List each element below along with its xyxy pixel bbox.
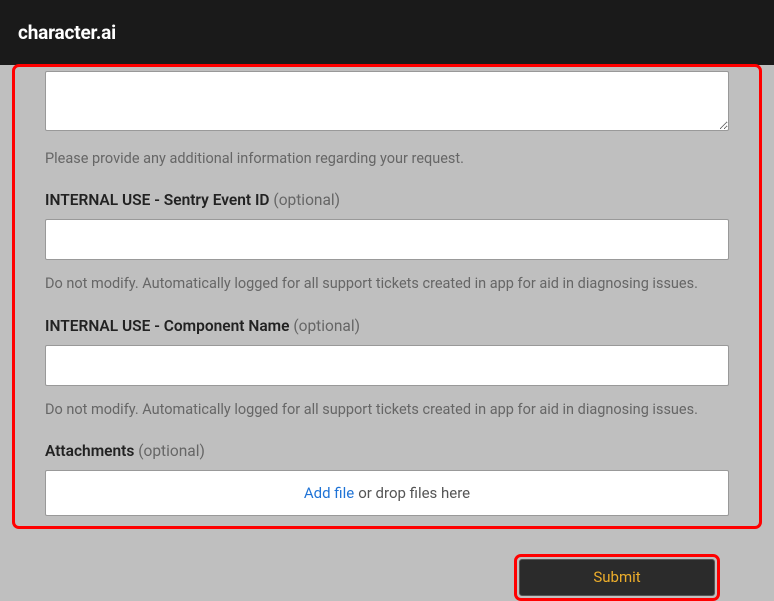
sentry-optional-tag: (optional) [273, 191, 340, 209]
component-optional-tag: (optional) [293, 317, 360, 335]
sentry-label-text: INTERNAL USE - Sentry Event ID [45, 191, 270, 209]
sentry-field-group: INTERNAL USE - Sentry Event ID (optional… [45, 191, 729, 294]
sentry-label: INTERNAL USE - Sentry Event ID (optional… [45, 191, 729, 209]
submit-button[interactable]: Submit [519, 559, 715, 596]
app-header: character.ai [0, 0, 774, 65]
component-field-group: INTERNAL USE - Component Name (optional)… [45, 317, 729, 420]
description-field-group: Please provide any additional informatio… [45, 71, 729, 169]
add-file-link[interactable]: Add file [304, 484, 354, 502]
logo: character.ai [18, 21, 116, 44]
drop-files-text: or drop files here [358, 484, 470, 502]
submit-highlight-box: Submit [514, 554, 720, 601]
sentry-input[interactable] [45, 219, 729, 260]
component-help-text: Do not modify. Automatically logged for … [45, 400, 729, 420]
description-textarea[interactable] [45, 71, 729, 131]
attachments-dropzone[interactable]: Add file or drop files here [45, 470, 729, 516]
form-content: Please provide any additional informatio… [0, 64, 774, 601]
description-help-text: Please provide any additional informatio… [45, 149, 729, 169]
attachments-optional-tag: (optional) [138, 442, 205, 460]
submit-row: Submit [12, 529, 762, 601]
form-highlight-box: Please provide any additional informatio… [12, 64, 762, 529]
component-label-text: INTERNAL USE - Component Name [45, 317, 289, 335]
attachments-label-text: Attachments [45, 442, 134, 460]
sentry-help-text: Do not modify. Automatically logged for … [45, 274, 729, 294]
attachments-label: Attachments (optional) [45, 442, 729, 460]
attachments-field-group: Attachments (optional) Add file or drop … [45, 442, 729, 516]
component-label: INTERNAL USE - Component Name (optional) [45, 317, 729, 335]
component-input[interactable] [45, 345, 729, 386]
